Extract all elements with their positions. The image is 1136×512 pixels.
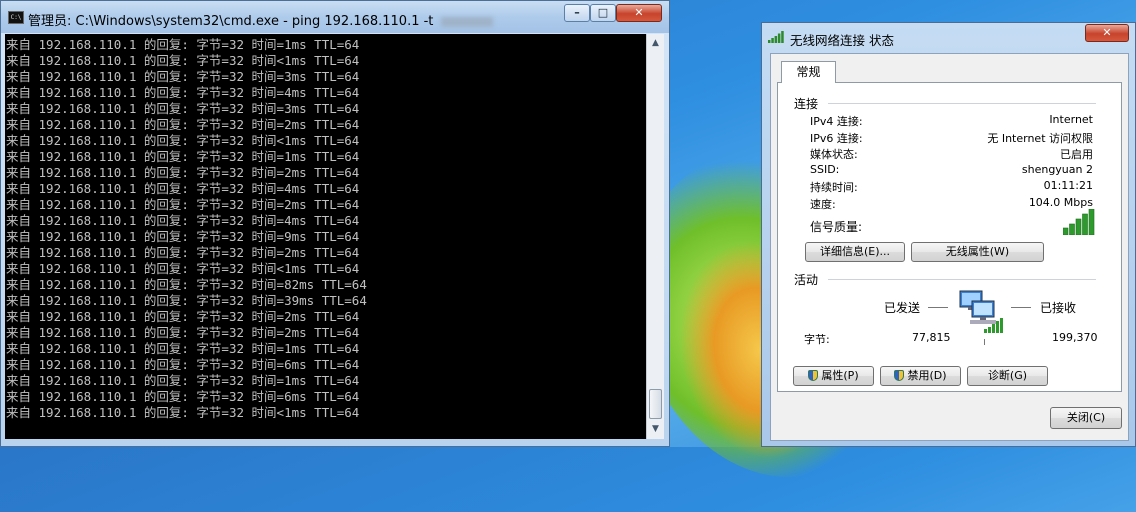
connection-row-label: 持续时间: <box>810 181 858 194</box>
disable-button[interactable]: 禁用(D) <box>880 366 961 386</box>
console-line: 来自 192.168.110.1 的回复: 字节=32 时间=4ms TTL=6… <box>6 85 360 100</box>
connection-row-label: IPv4 连接: <box>810 115 863 128</box>
connection-heading: 连接 <box>794 97 819 111</box>
connection-row-value: shengyuan 2 <box>1021 162 1093 176</box>
uac-shield-icon <box>894 370 905 381</box>
connection-row-label: 速度: <box>810 197 836 211</box>
uac-shield-icon <box>808 370 819 381</box>
dialog-title: 无线网络连接 状态 <box>790 33 894 48</box>
cmd-window-title: 管理员: C:\Windows\system32\cmd.exe - ping … <box>28 10 494 29</box>
received-line <box>1011 307 1031 308</box>
console-line: 来自 192.168.110.1 的回复: 字节=32 时间<1ms TTL=6… <box>6 53 360 68</box>
network-computers-icon <box>959 290 1003 333</box>
console-line: 来自 192.168.110.1 的回复: 字节=32 时间<1ms TTL=6… <box>6 405 360 420</box>
scroll-down-icon[interactable]: ▼ <box>648 421 663 437</box>
console-line: 来自 192.168.110.1 的回复: 字节=32 时间=6ms TTL=6… <box>6 357 360 372</box>
tab-panel-general: 连接 IPv4 连接: Internet IPv6 连接: 无 Internet 访问… <box>777 82 1122 392</box>
console-line: 来自 192.168.110.1 的回复: 字节=32 时间=2ms TTL=6… <box>6 165 360 180</box>
minimize-button[interactable]: – <box>564 4 590 22</box>
console-line: 来自 192.168.110.1 的回复: 字节=32 时间=2ms TTL=6… <box>6 197 360 212</box>
console-line: 来自 192.168.110.1 的回复: 字节=32 时间=82ms TTL=… <box>6 277 367 292</box>
close-button[interactable]: ✕ <box>616 4 662 22</box>
properties-button[interactable]: 属性(P) <box>793 366 874 386</box>
tab-general[interactable]: 常规 <box>781 61 836 83</box>
bytes-sent-value: 77,815 <box>912 331 951 344</box>
dialog-titlebar[interactable]: 无线网络连接 状态 ✕ <box>762 23 1135 51</box>
connection-separator <box>828 103 1096 104</box>
dialog-body: 常规 连接 IPv4 连接: Internet IPv6 连接: 无 Internet… <box>770 53 1129 441</box>
connection-row-value: 已启用 <box>1060 148 1093 161</box>
connection-row-label: 媒体状态: <box>810 148 858 161</box>
connection-row-value: 01:11:21 <box>1043 179 1093 192</box>
connection-row-label: IPv6 连接: <box>810 131 863 145</box>
console-line: 来自 192.168.110.1 的回复: 字节=32 时间=1ms TTL=6… <box>6 149 360 164</box>
console-line: 来自 192.168.110.1 的回复: 字节=32 时间=6ms TTL=6… <box>6 389 360 404</box>
connection-row-value: Internet <box>1049 113 1093 126</box>
maximize-button[interactable]: □ <box>590 4 616 22</box>
received-label: 已接收 <box>1040 301 1077 315</box>
console-line: 来自 192.168.110.1 的回复: 字节=32 时间=2ms TTL=6… <box>6 117 360 132</box>
connection-row-value: 无 Internet 访问权限 <box>987 131 1093 145</box>
scrollbar-thumb[interactable] <box>649 389 662 419</box>
bytes-received-value: 199,370 <box>1052 331 1098 344</box>
diagnose-button[interactable]: 诊断(G) <box>967 366 1048 386</box>
console-line: 来自 192.168.110.1 的回复: 字节=32 时间=3ms TTL=6… <box>6 101 360 116</box>
wireless-properties-button[interactable]: 无线属性(W) <box>911 242 1044 262</box>
redacted-text <box>441 16 494 27</box>
activity-separator <box>828 279 1096 280</box>
connection-row-value: 104.0 Mbps <box>1028 195 1093 209</box>
cmd-icon: C:\ <box>8 11 24 24</box>
vertical-scrollbar[interactable]: ▲ ▼ <box>646 34 664 439</box>
console-line: 来自 192.168.110.1 的回复: 字节=32 时间=1ms TTL=6… <box>6 37 360 52</box>
console-line: 来自 192.168.110.1 的回复: 字节=32 时间=39ms TTL=… <box>6 293 367 308</box>
console-line: 来自 192.168.110.1 的回复: 字节=32 时间=1ms TTL=6… <box>6 341 360 356</box>
details-button[interactable]: 详细信息(E)... <box>805 242 905 262</box>
console-line: 来自 192.168.110.1 的回复: 字节=32 时间=2ms TTL=6… <box>6 245 360 260</box>
dialog-close-button[interactable]: ✕ <box>1085 24 1129 42</box>
properties-button-label: 属性(P) <box>821 369 859 382</box>
console-line: 来自 192.168.110.1 的回复: 字节=32 时间=4ms TTL=6… <box>6 181 360 196</box>
bytes-label: 字节: <box>804 333 830 346</box>
bytes-divider <box>984 339 985 345</box>
sent-line <box>928 307 948 308</box>
disable-button-label: 禁用(D) <box>907 369 947 382</box>
console-line: 来自 192.168.110.1 的回复: 字节=32 时间=3ms TTL=6… <box>6 69 360 84</box>
sent-label: 已发送 <box>884 301 921 315</box>
close-dialog-button[interactable]: 关闭(C) <box>1050 407 1122 429</box>
activity-heading: 活动 <box>794 273 819 287</box>
connection-row-label: SSID: <box>810 162 840 176</box>
console-line: 来自 192.168.110.1 的回复: 字节=32 时间=9ms TTL=6… <box>6 229 360 244</box>
signal-strength-icon <box>1063 209 1095 235</box>
wifi-signal-icon <box>768 31 784 43</box>
console-line: 来自 192.168.110.1 的回复: 字节=32 时间=1ms TTL=6… <box>6 373 360 388</box>
cmd-window: C:\ 管理员: C:\Windows\system32\cmd.exe - p… <box>0 0 670 447</box>
console-line: 来自 192.168.110.1 的回复: 字节=32 时间=2ms TTL=6… <box>6 325 360 340</box>
console-output[interactable]: 来自 192.168.110.1 的回复: 字节=32 时间=1ms TTL=6… <box>5 34 646 439</box>
cmd-titlebar[interactable]: C:\ 管理员: C:\Windows\system32\cmd.exe - p… <box>1 1 669 33</box>
scroll-up-icon[interactable]: ▲ <box>648 35 663 51</box>
console-line: 来自 192.168.110.1 的回复: 字节=32 时间<1ms TTL=6… <box>6 261 360 276</box>
console-line: 来自 192.168.110.1 的回复: 字节=32 时间=2ms TTL=6… <box>6 309 360 324</box>
signal-quality-label: 信号质量: <box>810 220 863 234</box>
console-line: 来自 192.168.110.1 的回复: 字节=32 时间<1ms TTL=6… <box>6 133 360 148</box>
console-line: 来自 192.168.110.1 的回复: 字节=32 时间=4ms TTL=6… <box>6 213 360 228</box>
wireless-status-dialog: 无线网络连接 状态 ✕ 常规 连接 IPv4 连接: Internet IPv6 连… <box>761 22 1136 447</box>
